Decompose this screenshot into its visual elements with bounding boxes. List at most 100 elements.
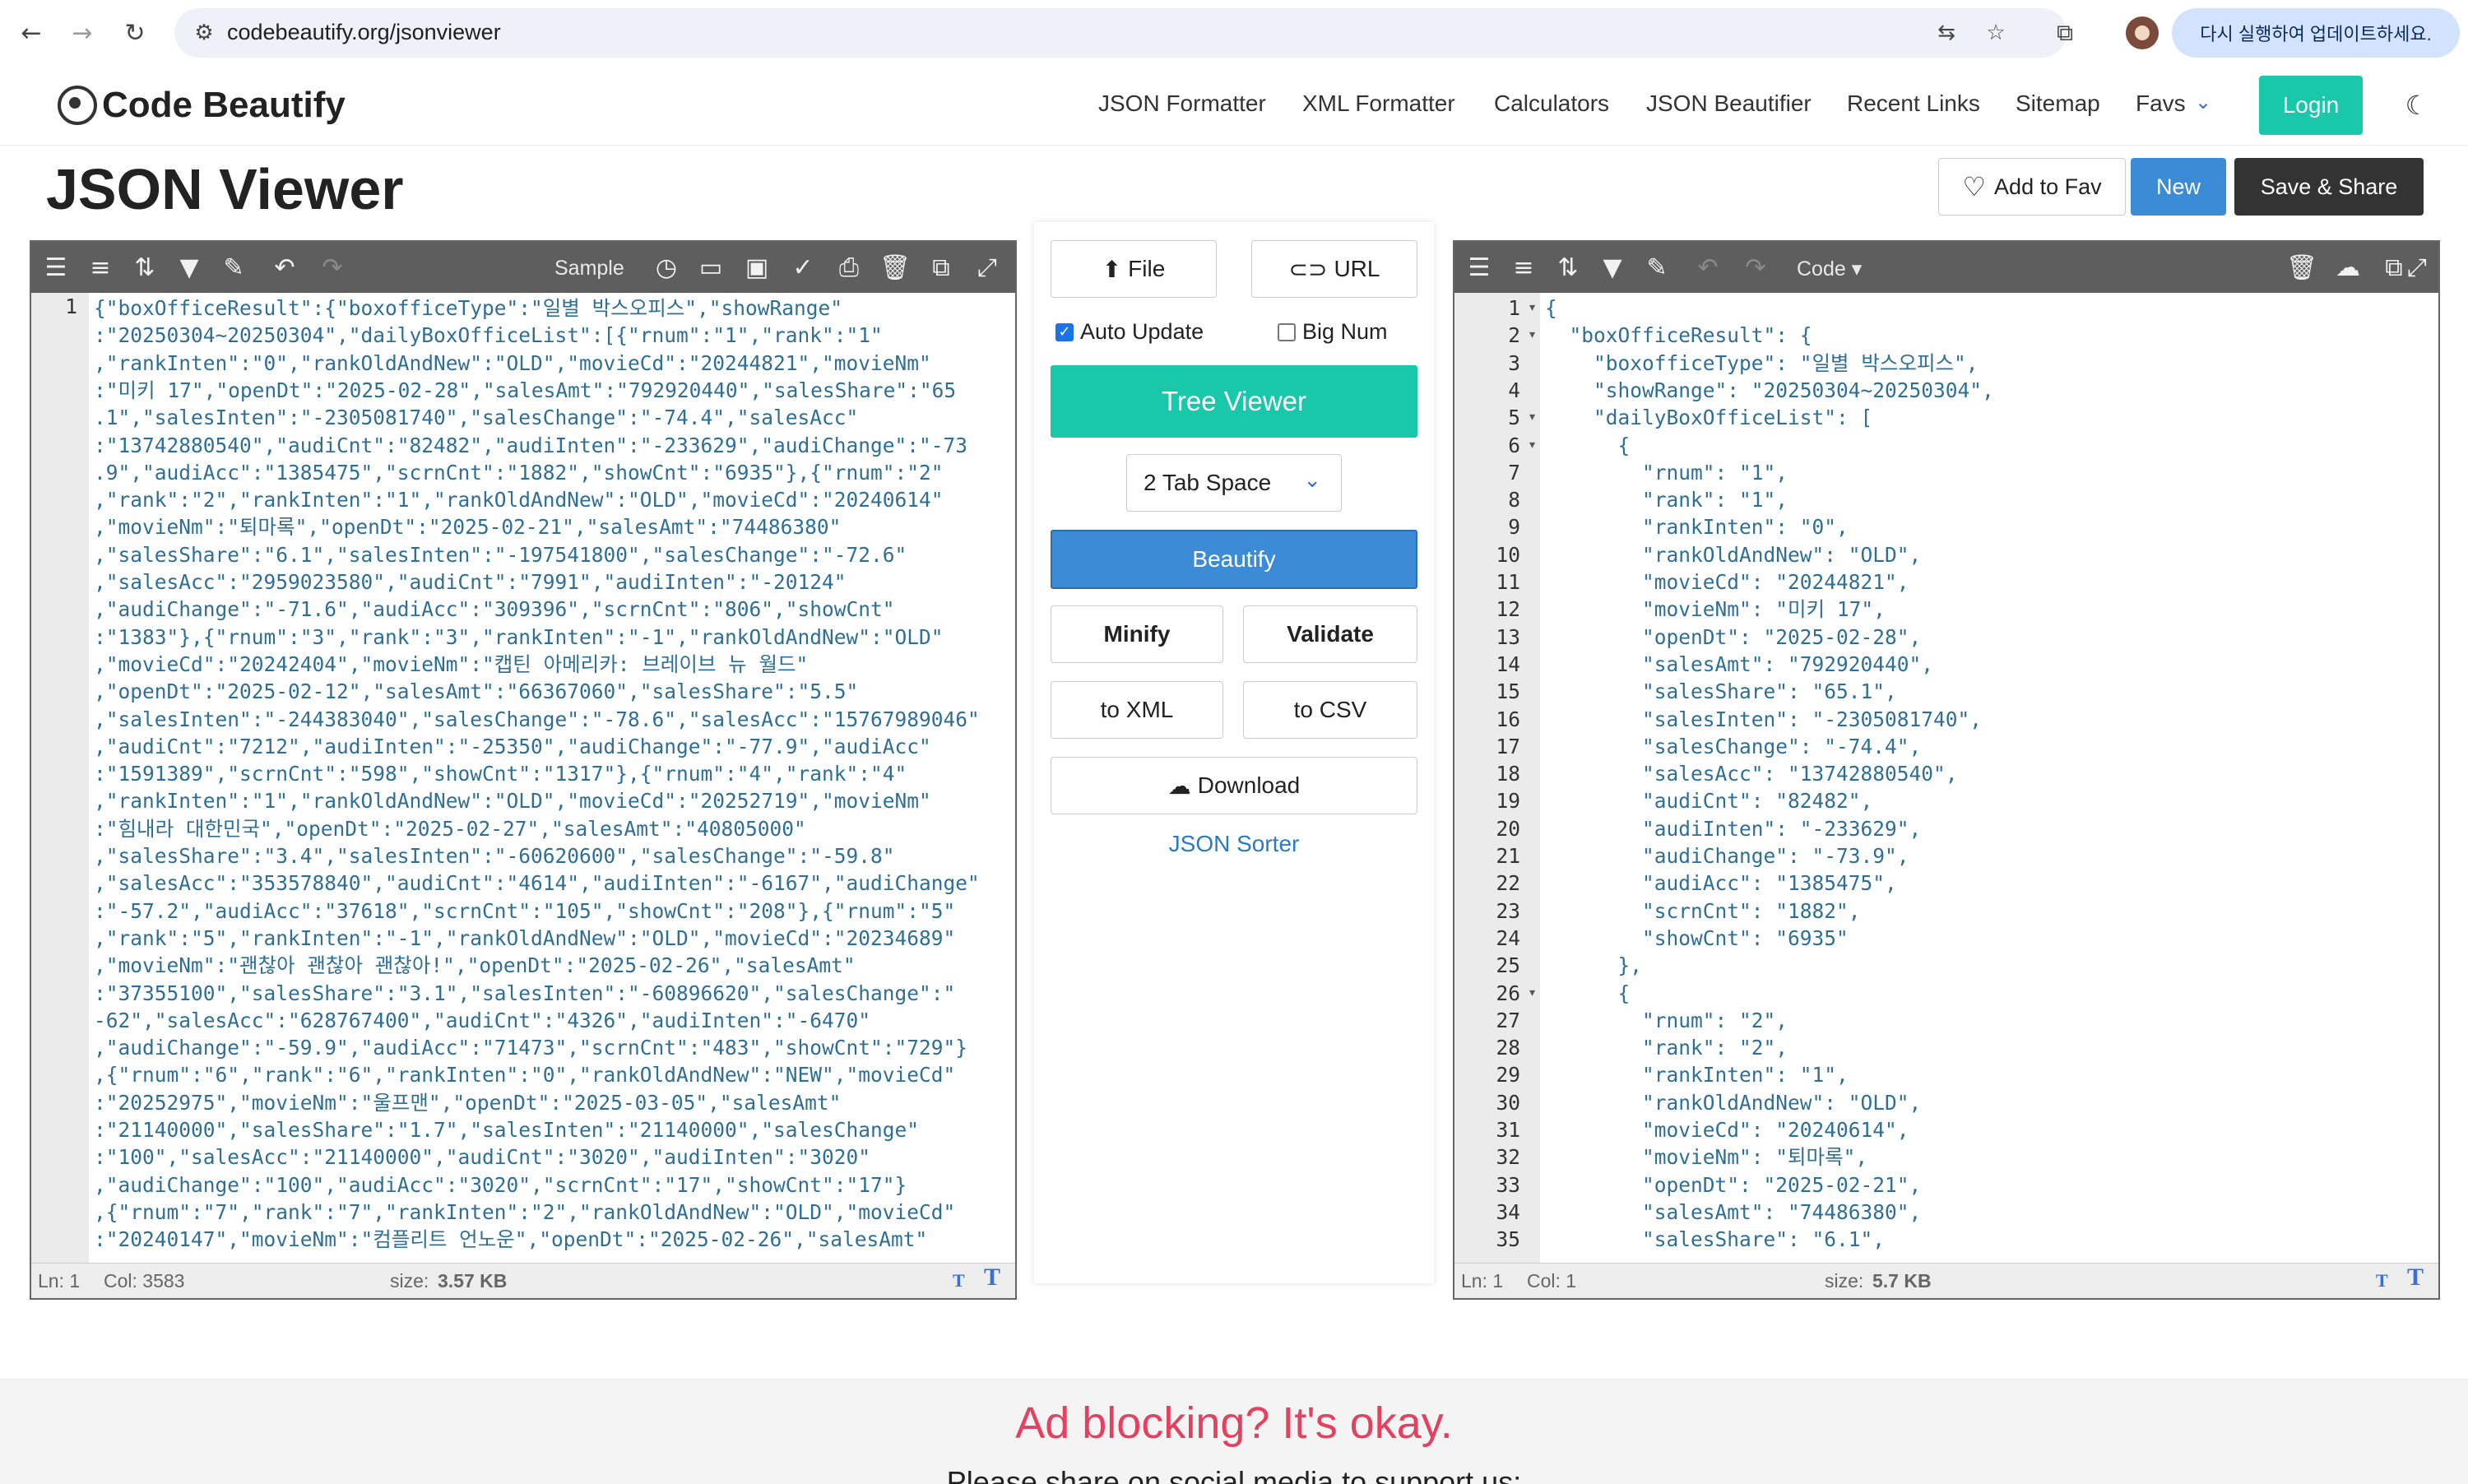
fullscreen-icon[interactable]: ⤢ <box>971 251 1004 284</box>
update-button[interactable]: 다시 실행하여 업데이트하세요. <box>2172 8 2460 58</box>
forward-icon[interactable]: → <box>66 16 99 49</box>
url-text[interactable]: codebeautify.org/jsonviewer <box>227 20 501 45</box>
nav-sitemap[interactable]: Sitemap <box>2016 90 2100 117</box>
fold-toggle-icon[interactable]: ▾ <box>1529 404 1535 431</box>
fullscreen-icon[interactable]: ⤢ <box>2401 251 2433 284</box>
font-larger-icon[interactable]: T <box>2407 1264 2424 1292</box>
font-smaller-icon[interactable]: T <box>2376 1270 2388 1292</box>
repair-icon[interactable]: ✎ <box>1640 251 1673 284</box>
translate-icon[interactable]: ⇆ <box>1932 18 1961 48</box>
logo[interactable]: Code Beautify <box>58 81 346 130</box>
undo-icon[interactable]: ↶ <box>1691 251 1724 284</box>
print-icon[interactable]: ⎙ <box>833 251 865 284</box>
site-info-icon[interactable]: ⚙ <box>189 18 219 48</box>
fold-toggle-icon[interactable]: ▾ <box>1529 432 1535 459</box>
history-icon[interactable]: ◷ <box>650 251 683 284</box>
link-icon: ⊂⊃ <box>1288 255 1328 283</box>
chevron-down-icon[interactable]: ⌄ <box>2195 90 2211 114</box>
sort-icon[interactable]: ⇅ <box>1552 251 1584 284</box>
back-icon[interactable]: ← <box>15 16 48 49</box>
redo-icon[interactable]: ↷ <box>1739 251 1772 284</box>
code-line: "boxOfficeResult": { <box>1545 323 1812 348</box>
code-line: ,"audiCnt":"7212","audiInten":"-25350","… <box>94 734 931 758</box>
download-button[interactable]: ☁ Download <box>1051 757 1417 814</box>
beautify-button[interactable]: Beautify <box>1051 530 1417 589</box>
code-mode-dropdown[interactable]: Code ▾ <box>1797 257 1862 281</box>
indent-select[interactable]: 2 Tab Space ⌄ <box>1126 454 1342 512</box>
json-sorter-link[interactable]: JSON Sorter <box>1034 831 1434 857</box>
extensions-icon[interactable]: ⧉ <box>2048 16 2081 49</box>
reload-icon[interactable]: ↻ <box>118 16 151 49</box>
code-line: "salesChange": "-74.4", <box>1545 734 1922 758</box>
cloud-download-icon[interactable]: ☁ <box>2331 251 2364 284</box>
line-number: 4 <box>1508 378 1520 402</box>
delete-icon[interactable]: 🗑 <box>879 251 912 284</box>
copy-icon[interactable]: ⧉ <box>925 251 958 284</box>
format-icon[interactable]: ☰ <box>1463 251 1496 284</box>
code-line: :"20252975","movieNm":"울프맨","openDt":"20… <box>94 1090 842 1115</box>
to-csv-button[interactable]: to CSV <box>1243 681 1417 739</box>
address-bar[interactable]: ⚙ codebeautify.org/jsonviewer ⇆ ☆ <box>174 8 2067 58</box>
ad-title: Ad blocking? It's okay. <box>1015 1398 1453 1448</box>
output-editor[interactable]: ☰ ≡ ⇅ ▼ ✎ ↶ ↷ Code ▾ 🗑 ☁ ⧉ ⤢ 1 ▾ 2 ▾ 3 4 5 ▾ 6 ▾ 7… <box>1453 240 2440 1300</box>
input-editor[interactable]: ☰ ≡ ⇅ ▼ ✎ ↶ ↷ Sample ◷ ▭ ▣ ✓ ⎙ 🗑 ⧉ ⤢ 1 {… <box>30 240 1017 1300</box>
checkbox-empty-icon[interactable] <box>1278 322 1296 341</box>
code-line: :"13742880540","audiCnt":"82482","audiIn… <box>94 433 968 457</box>
nav-json-beautifier[interactable]: JSON Beautifier <box>1646 90 1812 117</box>
nav-recent-links[interactable]: Recent Links <box>1847 90 1980 117</box>
login-button[interactable]: Login <box>2259 76 2363 135</box>
code-line: }, <box>1545 953 1643 978</box>
validate-button[interactable]: Validate <box>1243 605 1417 663</box>
compact-icon[interactable]: ≡ <box>1507 251 1540 284</box>
line-number: 6 <box>1508 433 1520 457</box>
new-button[interactable]: New <box>2131 158 2226 216</box>
sort-icon[interactable]: ⇅ <box>128 251 161 284</box>
nav-json-formatter[interactable]: JSON Formatter <box>1098 90 1266 117</box>
nav-calculators[interactable]: Calculators <box>1494 90 1609 117</box>
cloud-download-icon: ☁ <box>1167 772 1191 800</box>
bookmark-star-icon[interactable]: ☆ <box>1981 18 2011 48</box>
output-code-area[interactable]: { "boxOfficeResult": { "boxofficeType": … <box>1545 293 2438 1264</box>
code-line: .1","salesInten":"-2305081740","salesCha… <box>94 406 859 430</box>
compact-icon[interactable]: ≡ <box>84 251 117 284</box>
font-larger-icon[interactable]: T <box>984 1264 1000 1292</box>
file-button[interactable]: ⬆ File <box>1051 240 1217 298</box>
nav-favs[interactable]: Favs <box>2136 90 2186 117</box>
undo-icon[interactable]: ↶ <box>268 251 301 284</box>
font-smaller-icon[interactable]: T <box>953 1270 965 1292</box>
dark-mode-icon[interactable]: ☾ <box>2401 89 2433 122</box>
to-xml-button[interactable]: to XML <box>1051 681 1223 739</box>
input-code-area[interactable]: {"boxOfficeResult":{"boxofficeType":"일별 … <box>94 293 1015 1264</box>
code-line: { <box>1545 296 1557 320</box>
fold-toggle-icon[interactable]: ▾ <box>1529 294 1535 322</box>
line-number: 31 <box>1496 1118 1520 1142</box>
add-to-fav-button[interactable]: ♡ Add to Fav <box>1938 158 2126 216</box>
auto-update-checkbox[interactable]: ✓ Auto Update <box>1055 319 1204 345</box>
minify-button[interactable]: Minify <box>1051 605 1223 663</box>
checkbox-checked-icon[interactable]: ✓ <box>1055 322 1074 341</box>
caret-down-icon: ▾ <box>1851 257 1863 281</box>
code-line: "rankInten": "0", <box>1545 515 1849 540</box>
filter-icon[interactable]: ▼ <box>1596 251 1629 284</box>
nav-xml-formatter[interactable]: XML Formatter <box>1302 90 1455 117</box>
repair-icon[interactable]: ✎ <box>217 251 250 284</box>
fold-toggle-icon[interactable]: ▾ <box>1529 322 1535 349</box>
validate-check-icon[interactable]: ✓ <box>786 251 819 284</box>
redo-icon[interactable]: ↷ <box>316 251 349 284</box>
code-line: ,"salesAcc":"353578840","audiCnt":"4614"… <box>94 871 980 896</box>
big-num-checkbox[interactable]: Big Num <box>1278 319 1388 345</box>
profile-avatar[interactable] <box>2126 16 2159 49</box>
delete-icon[interactable]: 🗑 <box>2285 251 2318 284</box>
line-number: 34 <box>1496 1199 1520 1224</box>
code-line: ,{"rnum":"7","rank":"7","rankInten":"2",… <box>94 1199 956 1224</box>
open-folder-icon[interactable]: ▭ <box>694 251 727 284</box>
url-button[interactable]: ⊂⊃ URL <box>1251 240 1417 298</box>
tree-viewer-button[interactable]: Tree Viewer <box>1051 365 1417 438</box>
save-icon[interactable]: ▣ <box>740 251 773 284</box>
line-number: 2 <box>1508 323 1520 348</box>
sample-link[interactable]: Sample <box>554 257 624 281</box>
fold-toggle-icon[interactable]: ▾ <box>1529 980 1535 1007</box>
filter-icon[interactable]: ▼ <box>173 251 206 284</box>
format-icon[interactable]: ☰ <box>39 251 72 284</box>
save-share-button[interactable]: Save & Share <box>2234 158 2424 216</box>
